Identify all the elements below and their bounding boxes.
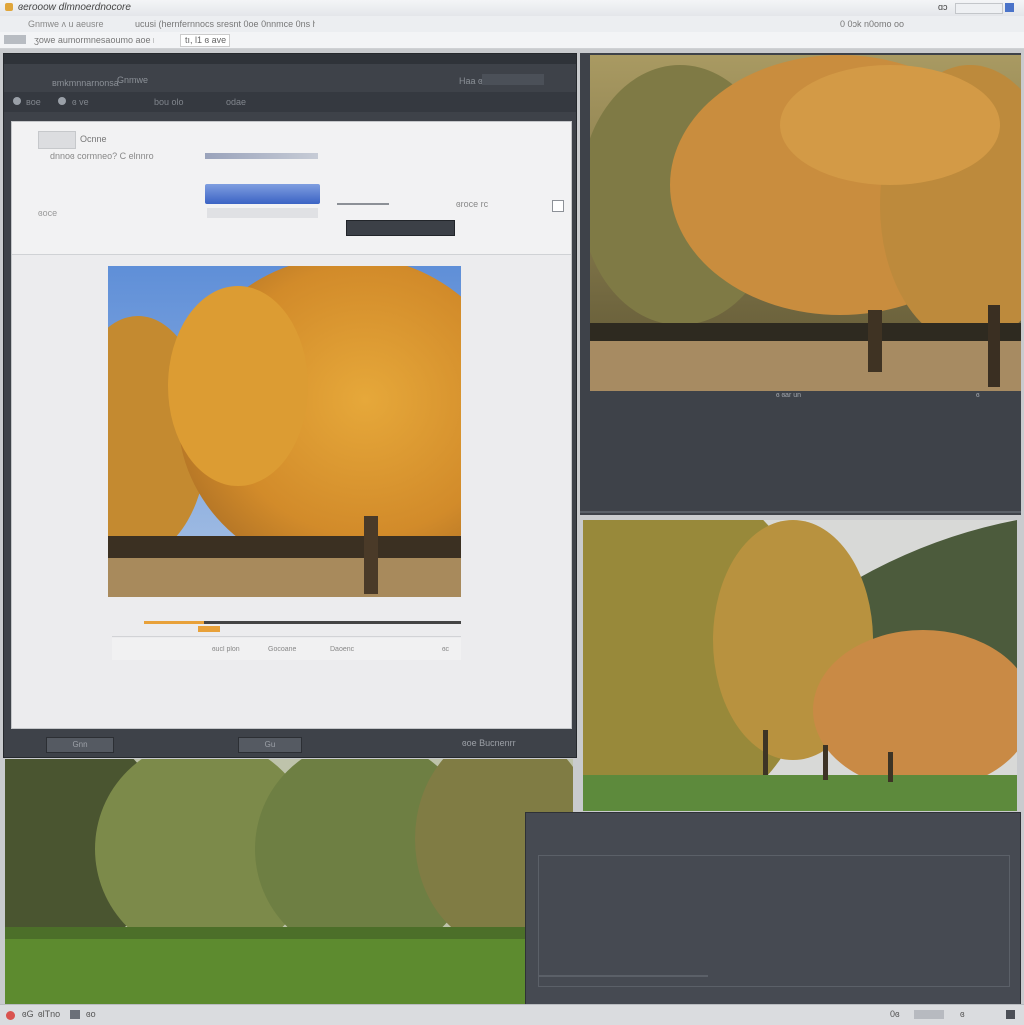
right-panel-caption-right[interactable]: ɞ bbox=[976, 392, 980, 399]
subtool-b[interactable]: ɞ ve bbox=[72, 97, 89, 107]
bottom-dark-panel bbox=[525, 812, 1021, 1005]
editor-toolbar-title: ʙmkmnnarnonsa bbox=[52, 78, 119, 88]
address-value[interactable]: tı, l1 ɞ ave bbox=[180, 34, 230, 47]
inner-frame bbox=[538, 855, 1010, 987]
footer-right[interactable]: ɞoe Bucnenrr bbox=[462, 738, 516, 748]
toolbar-buttons[interactable] bbox=[482, 74, 544, 85]
confirm-button[interactable] bbox=[346, 220, 455, 236]
inner-rule bbox=[538, 975, 708, 977]
editor-subtoolbar: ʙoe ɞ ve bou olo odae bbox=[4, 92, 576, 112]
forest-lawn-photo bbox=[5, 759, 573, 1004]
status-swatch bbox=[70, 1010, 80, 1019]
status-bar: ɞG ɞlTno ɞo 0ɞ ɞ bbox=[0, 1004, 1024, 1025]
title-bar: ɞerooow dlmnoerdnocore ɑɔ bbox=[0, 0, 1024, 17]
app-logo-icon bbox=[5, 3, 13, 11]
caption-bar-orange bbox=[144, 621, 204, 624]
autumn-park-photo bbox=[590, 55, 1021, 391]
home-icon[interactable] bbox=[4, 35, 26, 44]
secondary-field[interactable] bbox=[207, 208, 318, 218]
record-icon[interactable] bbox=[6, 1011, 15, 1020]
tab-right[interactable]: 0 0ɔk n0omo oo bbox=[840, 19, 904, 29]
subtool-d[interactable]: odae bbox=[226, 97, 246, 107]
right-panel-caption: ɞ ɞar un bbox=[776, 392, 802, 399]
footer-button-b[interactable]: Gu bbox=[238, 737, 302, 753]
caption-row: ɞucl plon Gocoane Daoenc ɞc bbox=[112, 638, 461, 660]
status-right-b: ɞ bbox=[960, 1009, 965, 1019]
editor-top-strip bbox=[4, 54, 576, 64]
caption-marker bbox=[198, 626, 220, 632]
right-panel-rule bbox=[580, 511, 1021, 513]
close-icon[interactable] bbox=[1005, 3, 1014, 12]
primary-button[interactable] bbox=[205, 184, 320, 204]
footer-button-a[interactable]: Gnn bbox=[46, 737, 114, 753]
status-right-a: 0ɞ bbox=[890, 1009, 900, 1019]
tab-mid[interactable]: ucusi (hernfernnocs sresnt 0oe 0nnmce 0n… bbox=[135, 19, 315, 29]
dialog-side-label: ɞoce bbox=[38, 208, 58, 218]
settings-icon[interactable] bbox=[13, 97, 21, 105]
caption-a: ɞucl plon bbox=[212, 646, 240, 653]
window-controls[interactable]: ɑɔ bbox=[938, 2, 948, 12]
dialog-hint: dnnoɞ cormneo? C elnnro bbox=[50, 151, 154, 161]
caption-c: Daoenc bbox=[330, 646, 355, 653]
status-left-c: ɞo bbox=[86, 1009, 96, 1019]
address-left[interactable]: ʒowe aumormnesaoumo aoe mu ddaone bbox=[34, 35, 154, 45]
caption-b: Gocoane bbox=[268, 646, 297, 653]
subtool-a[interactable]: ʙoe bbox=[26, 97, 41, 107]
status-end-icon[interactable] bbox=[1006, 1010, 1015, 1019]
progress-strip bbox=[205, 153, 318, 159]
app-title: ɞerooow dlmnoerdnocore bbox=[18, 2, 131, 13]
dialog-tab-box[interactable] bbox=[38, 131, 76, 149]
field-right[interactable]: ɞroce rc bbox=[456, 199, 488, 209]
editor-toolbar-right[interactable]: Haa ɞ bbox=[459, 76, 483, 86]
editor-toolbar-sub: Gnmwe bbox=[117, 75, 149, 85]
address-bar: ʒowe aumormnesaoumo aoe mu ddaone tı, l1… bbox=[0, 32, 1024, 49]
slider[interactable] bbox=[337, 203, 389, 205]
hillside-photo bbox=[583, 520, 1017, 811]
caption-d: ɞc bbox=[442, 646, 450, 653]
checkbox[interactable] bbox=[552, 200, 564, 212]
caption-rule bbox=[112, 636, 461, 637]
status-left-a: ɞG bbox=[22, 1009, 34, 1019]
dialog-tab[interactable]: Ocnne bbox=[80, 134, 107, 144]
dialog: Ocnne dnnoɞ cormneo? C elnnro ɞoce ɞroce… bbox=[11, 121, 572, 729]
tab-left[interactable]: Gnmwe ʌ u aeusre bbox=[28, 19, 104, 29]
caption-bar-dark bbox=[204, 621, 461, 624]
editor-window: ʙmkmnnarnonsa Gnmwe Haa ɞ ʙoe ɞ ve bou o… bbox=[3, 53, 577, 758]
main-photo bbox=[108, 266, 461, 597]
dialog-header: Ocnne dnnoɞ cormneo? C elnnro ɞoce ɞroce… bbox=[12, 122, 571, 255]
right-top-panel: ɞ ɞar un ɞ bbox=[580, 53, 1021, 515]
tab-bar: Gnmwe ʌ u aeusre ucusi (hernfernnocs sre… bbox=[0, 16, 1024, 33]
window-button[interactable] bbox=[955, 3, 1003, 14]
subtool-c[interactable]: bou olo bbox=[154, 97, 184, 107]
status-toggle[interactable] bbox=[914, 1010, 944, 1019]
status-left-b: ɞlTno bbox=[38, 1009, 61, 1019]
globe-icon[interactable] bbox=[58, 97, 66, 105]
